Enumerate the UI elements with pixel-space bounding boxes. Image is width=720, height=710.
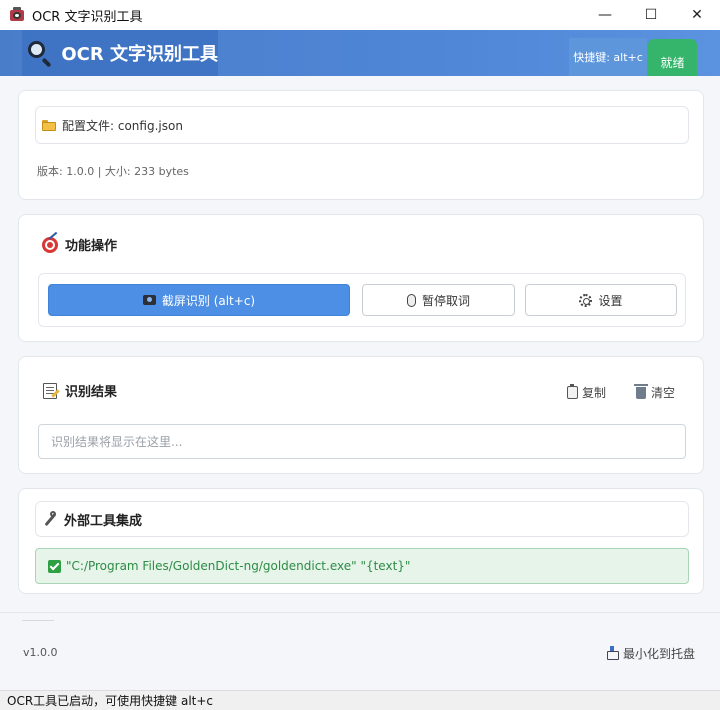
external-tools-header: 外部工具集成 [35, 501, 689, 537]
config-version-info: 版本: 1.0.0 | 大小: 233 bytes [37, 165, 189, 178]
memo-icon [41, 382, 60, 400]
footer-version: v1.0.0 [23, 646, 58, 659]
shortcut-hint: 快捷键: alt+c [569, 38, 647, 76]
external-tools-card: 外部工具集成 "C:/Program Files/GoldenDict-ng/g… [18, 488, 704, 594]
app-header: OCR 文字识别工具 快捷键: alt+c 就绪 [0, 30, 720, 76]
header-title-block: OCR 文字识别工具 [22, 30, 218, 76]
folder-icon [42, 119, 56, 131]
external-tool-command: "C:/Program Files/GoldenDict-ng/goldendi… [66, 559, 411, 573]
magnifier-icon [26, 39, 52, 68]
status-bar-message: OCR工具已启动，可使用快捷键 alt+c [7, 694, 214, 708]
mouse-icon [406, 293, 416, 307]
window-title: OCR 文字识别工具 [32, 9, 143, 25]
operations-button-group: 截屏识别 (alt+c) 暂停取词 设置 [38, 273, 686, 327]
result-text-field[interactable] [38, 424, 686, 459]
camera-app-icon [9, 7, 25, 23]
clear-button[interactable]: 清空 [634, 383, 676, 401]
window-controls: — ☐ ✕ [582, 0, 720, 30]
gear-icon [579, 293, 593, 307]
settings-button[interactable]: 设置 [525, 284, 677, 316]
config-file-row: 配置文件: config.json [35, 106, 689, 144]
tray-button-label: 最小化到托盘 [623, 647, 696, 661]
operations-card: 功能操作 截屏识别 (alt+c) 暂停取词 设置 [18, 214, 704, 342]
clear-button-label: 清空 [651, 386, 676, 400]
result-card: 识别结果 复制 清空 [18, 356, 704, 474]
result-title-label: 识别结果 [65, 385, 118, 400]
window-titlebar: OCR 文字识别工具 — ☐ ✕ [0, 0, 720, 30]
minimize-to-tray-button[interactable]: 最小化到托盘 [607, 645, 695, 662]
copy-button[interactable]: 复制 [567, 384, 606, 401]
maximize-button[interactable]: ☐ [628, 0, 674, 30]
config-file-label: 配置文件: config.json [62, 118, 183, 133]
minimize-button[interactable]: — [582, 0, 628, 30]
footer-divider [0, 612, 720, 613]
target-icon [41, 231, 59, 254]
close-button[interactable]: ✕ [674, 0, 720, 30]
external-tools-title: 外部工具集成 [64, 513, 143, 529]
operations-title-label: 功能操作 [65, 239, 118, 254]
footer-short-divider [22, 620, 54, 621]
clipboard-icon [567, 384, 578, 399]
operations-title: 功能操作 [41, 231, 118, 254]
result-title: 识别结果 [41, 381, 117, 400]
external-tool-item[interactable]: "C:/Program Files/GoldenDict-ng/goldendi… [35, 548, 689, 584]
status-badge: 就绪 [648, 39, 697, 76]
camera-icon [142, 295, 156, 305]
status-bar: OCR工具已启动，可使用快捷键 alt+c [0, 690, 720, 710]
settings-button-label: 设置 [598, 293, 623, 308]
tray-icon [607, 645, 619, 660]
pause-word-button[interactable]: 暂停取词 [362, 284, 515, 316]
capture-button[interactable]: 截屏识别 (alt+c) [48, 284, 350, 316]
pause-button-label: 暂停取词 [421, 293, 470, 308]
header-title: OCR 文字识别工具 [61, 44, 218, 65]
copy-button-label: 复制 [582, 386, 607, 400]
capture-button-label: 截屏识别 (alt+c) [161, 293, 256, 308]
wrench-icon [42, 511, 57, 527]
config-card: 配置文件: config.json 版本: 1.0.0 | 大小: 233 by… [18, 90, 704, 200]
checkbox-checked-icon[interactable] [48, 559, 61, 573]
trash-icon [634, 383, 648, 399]
